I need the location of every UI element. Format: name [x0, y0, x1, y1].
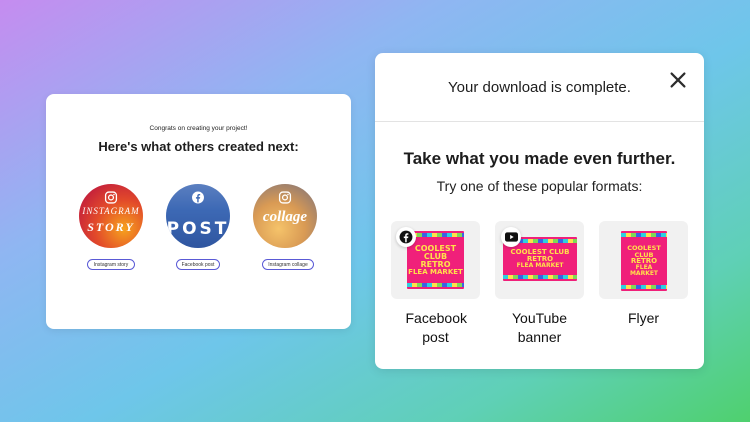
facebook-icon	[192, 191, 204, 204]
poster-text: FLEA MARKET	[629, 264, 659, 277]
download-complete-dialog: Your download is complete. Take what you…	[375, 53, 704, 369]
youtube-icon	[504, 232, 518, 242]
instagram-icon	[104, 191, 118, 204]
format-label-text: Flyer	[627, 310, 660, 326]
format-label-text: Facebook post	[405, 310, 467, 345]
poster-text: FLEA MARKET	[516, 262, 564, 269]
thumbnail-art-text: STORY	[87, 220, 135, 234]
format-label-text: YouTube banner	[511, 310, 567, 345]
youtube-banner-label[interactable]: YouTube banner	[495, 309, 584, 347]
thumbnail-art-text: INSTAGRAM	[82, 206, 140, 216]
formats-subheading: Try one of these popular formats:	[436, 178, 643, 194]
instagram-story-button[interactable]: Instagram story	[87, 259, 135, 270]
congrats-text: Congrats on creating your project!	[149, 125, 248, 132]
formats-heading: Take what you made even further.	[403, 149, 676, 168]
facebook-post-label[interactable]: Facebook post	[391, 309, 480, 347]
poster-text: FLEA MARKET	[408, 267, 463, 276]
facebook-post-button[interactable]: Facebook post	[176, 259, 220, 270]
flyer-label[interactable]: Flyer	[599, 309, 688, 328]
poster-thumbnail: COOLEST CLUB RETRO FLEA MARKET	[621, 231, 667, 291]
youtube-badge	[501, 227, 521, 247]
thumbnail-art-text: collage	[262, 209, 308, 225]
divider	[375, 121, 704, 122]
instagram-icon	[278, 191, 292, 204]
youtube-banner-format-tile[interactable]: COOLEST CLUB RETRO FLEA MARKET	[495, 221, 584, 299]
dialog-title: Your download is complete.	[448, 79, 631, 96]
facebook-badge	[396, 227, 416, 247]
close-icon[interactable]	[667, 69, 689, 91]
instagram-story-thumbnail[interactable]: INSTAGRAM STORY	[79, 184, 143, 248]
instagram-collage-thumbnail[interactable]: collage	[253, 184, 317, 248]
flyer-format-tile[interactable]: COOLEST CLUB RETRO FLEA MARKET	[599, 221, 688, 299]
poster-text: COOLEST CLUB	[414, 243, 457, 261]
suggestions-card: Congrats on creating your project! Here'…	[46, 94, 351, 329]
facebook-post-thumbnail[interactable]: POST	[166, 184, 230, 248]
facebook-icon	[399, 230, 413, 244]
instagram-collage-button[interactable]: Instagram collage	[262, 259, 314, 270]
thumbnail-art-text: POST	[166, 219, 230, 239]
suggestions-heading: Here's what others created next:	[98, 139, 299, 154]
facebook-post-format-tile[interactable]: COOLEST CLUB RETRO FLEA MARKET	[391, 221, 480, 299]
